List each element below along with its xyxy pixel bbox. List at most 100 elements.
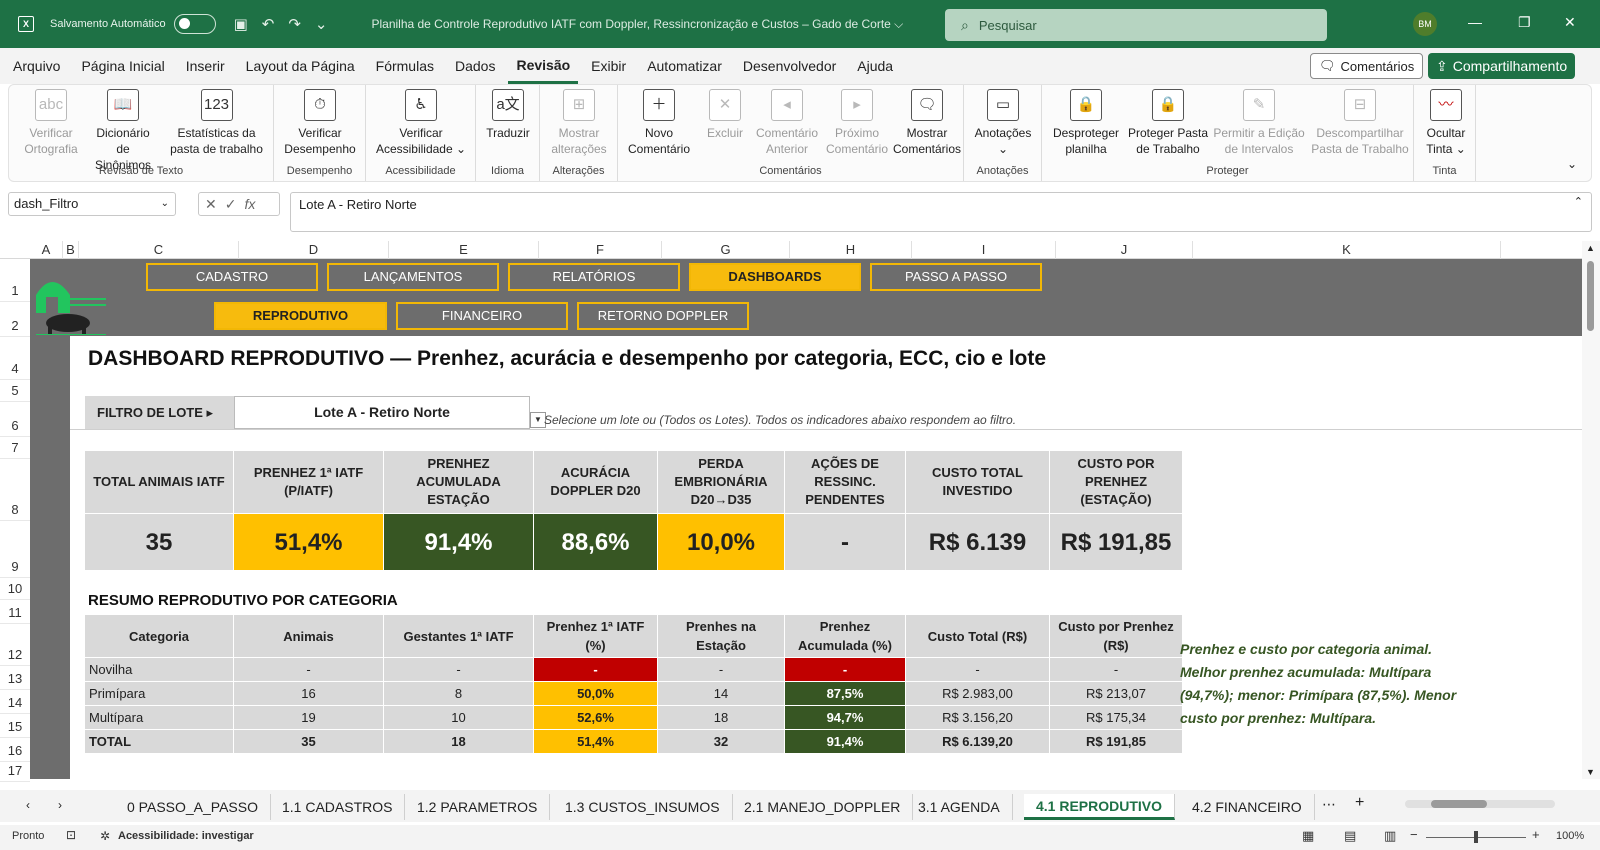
table-cell[interactable]: - [906, 657, 1050, 681]
table-cell[interactable]: R$ 6.139,20 [906, 729, 1050, 753]
page-layout-icon[interactable]: ▤ [1344, 828, 1356, 844]
menu-ajuda[interactable]: Ajuda [849, 48, 901, 84]
row-header[interactable]: 2 [0, 302, 30, 337]
menu-inserir[interactable]: Inserir [178, 48, 233, 84]
prev-comment-button[interactable]: ◂ Comentário Anterior [752, 89, 822, 157]
tab-scroll-right-icon[interactable]: › [58, 798, 62, 812]
search-input[interactable]: ⌕ Pesquisar [945, 9, 1327, 41]
workbook-stats-button[interactable]: 123 Estatísticas da pasta de trabalho [164, 89, 269, 157]
zoom-level[interactable]: 100% [1556, 830, 1584, 842]
zoom-out-icon[interactable]: − [1410, 827, 1418, 842]
table-cell[interactable]: R$ 175,34 [1050, 705, 1183, 729]
nav-passo-a-passo-button[interactable]: PASSO A PASSO [870, 263, 1042, 291]
check-performance-button[interactable]: ⏱ Verificar Desempenho [280, 89, 360, 157]
menu-formulas[interactable]: Fórmulas [368, 48, 442, 84]
document-title[interactable]: Planilha de Controle Reprodutivo IATF co… [371, 17, 903, 32]
table-cell[interactable]: R$ 2.983,00 [906, 681, 1050, 705]
unprotect-sheet-button[interactable]: 🔒 Desproteger planilha [1046, 89, 1126, 157]
table-cell[interactable]: R$ 191,85 [1050, 729, 1183, 753]
table-cell[interactable]: Novilha [85, 657, 234, 681]
col-header[interactable]: A [30, 241, 63, 259]
table-cell[interactable]: - [384, 657, 534, 681]
nav-cadastro-button[interactable]: CADASTRO [146, 263, 318, 291]
sheet-tab[interactable]: 1.2 PARAMETROS [405, 794, 551, 820]
expand-icon[interactable]: ⌃ [1574, 195, 1583, 208]
table-cell[interactable]: 14 [658, 681, 785, 705]
menu-automatizar[interactable]: Automatizar [639, 48, 730, 84]
page-break-icon[interactable]: ▥ [1384, 828, 1396, 844]
nav-dashboards-button[interactable]: DASHBOARDS [689, 263, 861, 291]
col-header[interactable]: K [1193, 241, 1501, 259]
minimize-icon[interactable]: — [1468, 14, 1482, 30]
sheet-tab[interactable]: 2.1 MANEJO_DOPPLER [732, 794, 914, 820]
tab-scroll-left-icon[interactable]: ‹ [26, 798, 30, 812]
menu-revisao[interactable]: Revisão [508, 48, 579, 84]
spelling-button[interactable]: abc Verificar Ortografia [15, 89, 87, 157]
table-cell[interactable]: 19 [234, 705, 384, 729]
notes-button[interactable]: ▭ Anotações ⌄ [968, 89, 1038, 157]
table-cell[interactable]: 16 [234, 681, 384, 705]
row-header[interactable]: 13 [0, 666, 30, 690]
col-header[interactable]: E [389, 241, 539, 259]
show-changes-button[interactable]: ⊞ Mostrar alterações [544, 89, 614, 157]
col-header[interactable]: I [912, 241, 1056, 259]
table-cell[interactable]: 32 [658, 729, 785, 753]
vertical-scrollbar[interactable]: ▲ ▼ [1582, 241, 1600, 779]
lot-filter-dropdown[interactable]: Lote A - Retiro Norte [234, 396, 530, 429]
scroll-down-icon[interactable]: ▼ [1586, 767, 1595, 777]
comments-button[interactable]: 🗨 Comentários [1310, 53, 1424, 79]
sheet-tab[interactable]: 1.1 CADASTROS [270, 794, 406, 820]
col-header[interactable]: H [790, 241, 912, 259]
sheet-tab[interactable]: 3.1 AGENDA [906, 794, 1013, 820]
thesaurus-button[interactable]: 📖 Dicionário de Sinônimos [87, 89, 159, 173]
accessibility-status[interactable]: Acessibilidade: investigar [118, 830, 254, 842]
table-cell[interactable]: - [234, 657, 384, 681]
table-cell[interactable]: - [534, 657, 658, 681]
horizontal-scrollbar[interactable] [1405, 800, 1555, 808]
menu-desenvolvedor[interactable]: Desenvolvedor [735, 48, 844, 84]
sheet-tab[interactable]: 0 PASSO_A_PASSO [115, 794, 271, 820]
more-tabs-icon[interactable]: ⋯ [1322, 796, 1336, 813]
row-header[interactable]: 8 [0, 459, 30, 521]
sheet-tab-active[interactable]: 4.1 REPRODUTIVO [1024, 794, 1176, 820]
sheet-tab[interactable]: 1.3 CUSTOS_INSUMOS [553, 794, 733, 820]
row-header[interactable]: 5 [0, 380, 30, 402]
table-cell[interactable]: 52,6% [534, 705, 658, 729]
row-header[interactable]: 15 [0, 714, 30, 738]
table-cell[interactable]: - [1050, 657, 1183, 681]
table-cell[interactable]: R$ 213,07 [1050, 681, 1183, 705]
subnav-financeiro-button[interactable]: FINANCEIRO [396, 302, 568, 330]
macro-icon[interactable]: ⊡ [66, 828, 76, 842]
new-comment-button[interactable]: ＋ Novo Comentário [622, 89, 696, 157]
sheet-tab[interactable]: 4.2 FINANCEIRO [1180, 794, 1315, 820]
normal-view-icon[interactable]: ▦ [1302, 828, 1314, 844]
table-cell[interactable]: 10 [384, 705, 534, 729]
menu-dados[interactable]: Dados [447, 48, 503, 84]
check-icon[interactable]: ✓ [225, 196, 237, 213]
share-button[interactable]: ⇪ Compartilhamento [1428, 53, 1576, 79]
row-header[interactable]: 4 [0, 337, 30, 380]
row-header[interactable]: 6 [0, 402, 30, 437]
close-icon[interactable]: ✕ [1564, 14, 1576, 31]
scroll-up-icon[interactable]: ▲ [1586, 243, 1595, 253]
allow-edit-ranges-button[interactable]: ✎ Permitir a Edição de Intervalos [1210, 89, 1308, 157]
table-cell[interactable]: 18 [384, 729, 534, 753]
translate-button[interactable]: a文 Traduzir [480, 89, 536, 141]
zoom-slider-thumb[interactable] [1474, 831, 1478, 843]
row-header[interactable]: 12 [0, 624, 30, 666]
next-comment-button[interactable]: ▸ Próximo Comentário [822, 89, 892, 157]
restore-icon[interactable]: ❐ [1518, 14, 1531, 31]
row-header[interactable]: 1 [0, 259, 30, 302]
nav-relatorios-button[interactable]: RELATÓRIOS [508, 263, 680, 291]
row-header[interactable]: 14 [0, 690, 30, 714]
zoom-in-icon[interactable]: + [1532, 827, 1540, 842]
quick-access-icons[interactable]: ▣↶↷⌄ [234, 15, 342, 33]
name-box[interactable]: dash_Filtro ⌄ [8, 192, 176, 216]
check-accessibility-button[interactable]: ♿ Verificar Acessibilidade ⌄ [370, 89, 472, 157]
table-cell[interactable]: - [658, 657, 785, 681]
unshare-workbook-button[interactable]: ⊟ Descompartilhar Pasta de Trabalho [1308, 89, 1412, 157]
col-header[interactable]: G [662, 241, 790, 259]
scrollbar-thumb[interactable] [1587, 261, 1594, 331]
avatar[interactable]: BM [1413, 12, 1437, 36]
col-header[interactable]: D [239, 241, 389, 259]
